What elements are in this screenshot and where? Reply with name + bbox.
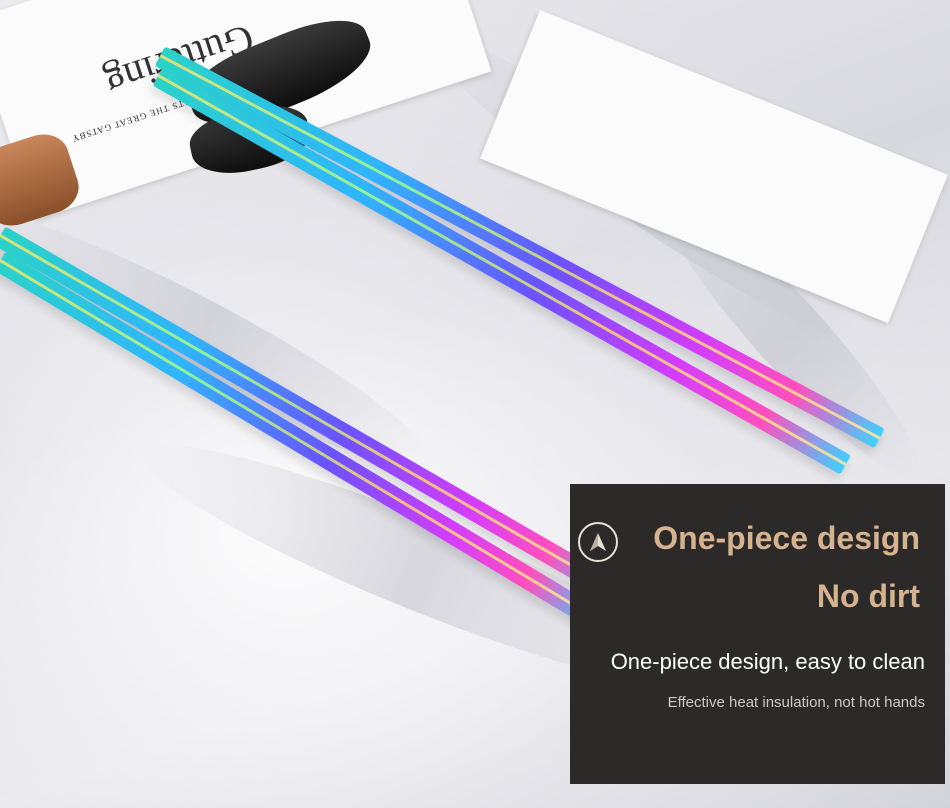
feature-subheading: No dirt — [816, 578, 920, 614]
compass-arrow-icon — [578, 522, 618, 562]
feature-caption: Effective heat insulation, not hot hands — [667, 694, 925, 711]
feature-heading: One-piece design — [653, 520, 920, 556]
chopstick — [0, 251, 606, 631]
feature-panel: One-piece design No dirt One-piece desig… — [570, 484, 945, 784]
feature-description: One-piece design, easy to clean — [610, 649, 925, 674]
